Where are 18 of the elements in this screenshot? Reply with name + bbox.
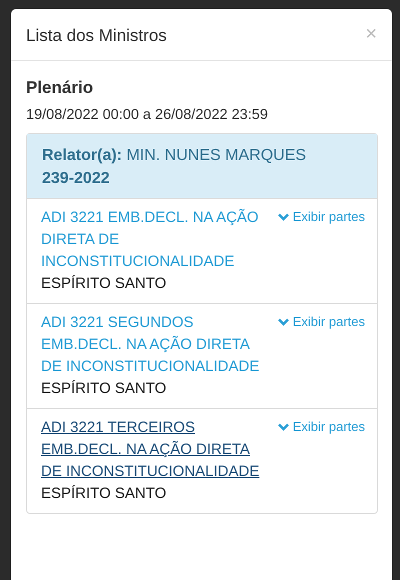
show-parties-link[interactable]: Exibir partes xyxy=(278,417,365,437)
chevron-down-icon xyxy=(278,423,289,431)
case-title-link[interactable]: ADI 3221 EMB.DECL. NA AÇÃO DIRETA DE INCONSTITUCIONALIDADE xyxy=(41,207,272,273)
show-parties-link[interactable]: Exibir partes xyxy=(278,207,365,227)
case-title-link[interactable]: ADI 3221 SEGUNDOS EMB.DECL. NA AÇÃO DIRETA DE INCONSTITUCIONALIDADE xyxy=(41,312,272,378)
session-period: 19/08/2022 00:00 a 26/08/2022 23:59 xyxy=(26,106,269,125)
group-number: 239-2022 xyxy=(42,169,110,189)
rapporteur-label: Relator(a): MIN. NUNES MARQUES xyxy=(42,146,306,166)
session-title: Plenário xyxy=(26,77,94,99)
case-state: ESPÍRITO SANTO xyxy=(41,379,168,399)
case-state: ESPÍRITO SANTO xyxy=(41,484,168,504)
case-state: ESPÍRITO SANTO xyxy=(41,274,168,294)
show-parties-link[interactable]: Exibir partes xyxy=(278,312,365,332)
close-button[interactable]: × xyxy=(365,24,377,44)
modal-title: Lista dos Ministros xyxy=(26,25,167,47)
case-title-link[interactable]: ADI 3221 TERCEIROS EMB.DECL. NA AÇÃO DIRETA DE INCONSTITUCIONALIDADE xyxy=(41,417,272,483)
chevron-down-icon xyxy=(278,213,289,221)
chevron-down-icon xyxy=(278,318,289,326)
